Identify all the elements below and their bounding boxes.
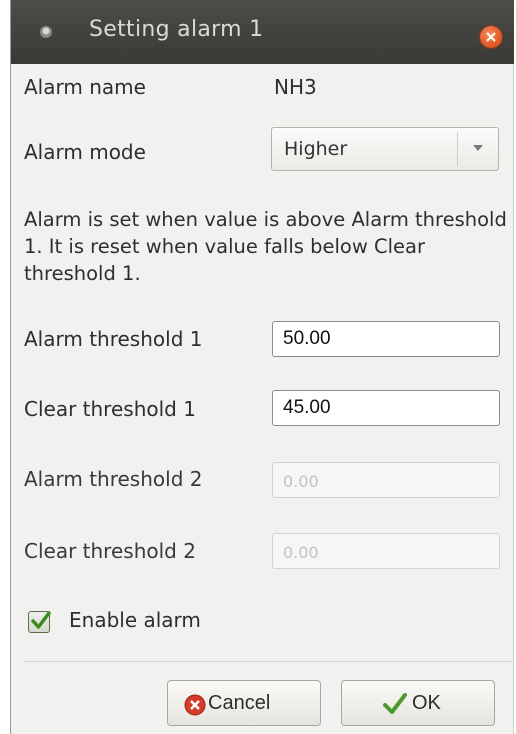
clear-threshold-2-label: Clear threshold 2 — [24, 539, 196, 563]
alarm-mode-selected-value: Higher — [284, 138, 348, 160]
cancel-button[interactable]: Cancel — [167, 680, 321, 726]
alarm-mode-select[interactable]: Higher — [271, 127, 499, 171]
alarm-mode-label: Alarm mode — [24, 140, 146, 164]
cancel-button-label: Cancel — [208, 692, 271, 714]
button-separator — [24, 661, 514, 662]
checkmark-icon — [382, 692, 408, 722]
checkmark-icon — [31, 611, 51, 629]
alarm-settings-dialog: Setting alarm 1 Alarm name NH3 Alarm mod… — [10, 0, 514, 734]
enable-alarm-label[interactable]: Enable alarm — [69, 608, 201, 632]
alarm-mode-description: Alarm is set when value is above Alarm t… — [24, 208, 507, 285]
alarm-name-value: NH3 — [274, 75, 317, 99]
alarm-mode-dropdown-toggle[interactable] — [457, 132, 498, 166]
ok-button[interactable]: OK — [341, 680, 495, 726]
clear-threshold-1-label: Clear threshold 1 — [24, 397, 196, 421]
window-menu-icon[interactable] — [37, 23, 55, 41]
title-bar[interactable]: Setting alarm 1 — [11, 0, 514, 64]
alarm-threshold-2-input[interactable] — [272, 462, 500, 498]
ok-button-label: OK — [412, 692, 441, 714]
window-title: Setting alarm 1 — [89, 17, 264, 42]
alarm-threshold-1-input[interactable] — [272, 321, 500, 357]
close-button[interactable] — [480, 26, 502, 48]
enable-alarm-checkbox[interactable] — [28, 611, 51, 633]
alarm-threshold-1-label: Alarm threshold 1 — [24, 327, 203, 351]
close-icon — [486, 32, 496, 42]
chevron-down-icon — [473, 145, 483, 151]
clear-threshold-1-input[interactable] — [272, 390, 500, 426]
alarm-threshold-2-label: Alarm threshold 2 — [24, 467, 203, 491]
clear-threshold-2-input[interactable] — [272, 533, 500, 569]
cancel-icon — [184, 694, 206, 722]
alarm-name-label: Alarm name — [24, 75, 146, 99]
